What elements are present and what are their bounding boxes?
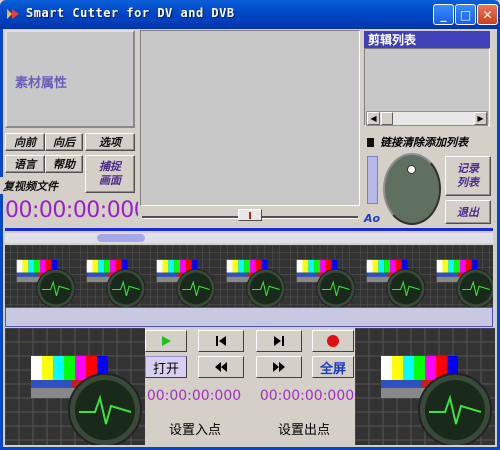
close-icon: ✕: [482, 7, 493, 22]
scroll-left-icon[interactable]: ◀: [367, 112, 380, 125]
record-button[interactable]: [312, 330, 354, 352]
fast-forward-icon: [273, 362, 285, 372]
set-in-label: 设置入点: [168, 422, 221, 438]
app-icon: [7, 9, 19, 19]
fullscreen-label: 全屏: [319, 361, 346, 377]
restore-video-file-button[interactable]: 复视频文件: [0, 177, 83, 194]
backward-button[interactable]: 向后: [45, 133, 83, 151]
maximize-icon: □: [459, 7, 472, 22]
record-list-button[interactable]: 记录 列表: [445, 156, 491, 196]
play-button[interactable]: [145, 330, 187, 352]
capture-frame-button[interactable]: 捕捉 画面: [85, 155, 135, 193]
set-out-point-button[interactable]: 设置出点: [255, 417, 353, 439]
filmstrip-frame[interactable]: [75, 245, 145, 307]
fullscreen-button[interactable]: 全屏: [312, 356, 354, 378]
filmstrip-track: [5, 307, 493, 327]
video-preview: [140, 30, 360, 206]
set-out-label: 设置出点: [277, 422, 330, 438]
rewind-button[interactable]: [198, 356, 244, 378]
out-point-thumbnail: [355, 328, 495, 445]
scroll-right-icon[interactable]: ▶: [474, 112, 487, 125]
prev-frame-icon: [216, 336, 226, 346]
window-title: Smart Cutter for DV and DVB: [26, 6, 235, 20]
exit-button[interactable]: 退出: [445, 200, 491, 224]
link-clear-add-list-buttons[interactable]: 链接清除添加列表: [380, 134, 468, 150]
open-label: 打开: [152, 361, 179, 377]
close-button[interactable]: ✕: [477, 4, 498, 25]
list-indicator-icon: [367, 137, 374, 147]
rewind-icon: [215, 362, 227, 372]
jog-dial-marker: [407, 165, 416, 174]
in-point-timecode: 00:00:00:000: [146, 388, 242, 404]
main-timecode: 00:00:00:000: [5, 198, 138, 223]
filmstrip-frame[interactable]: [355, 245, 425, 307]
record-icon: [327, 335, 339, 347]
timeline-divider: [5, 228, 493, 231]
play-icon: [162, 336, 171, 346]
options-button[interactable]: 选项: [85, 133, 135, 151]
minimize-icon: _: [440, 7, 447, 22]
fast-forward-button[interactable]: [256, 356, 302, 378]
in-point-thumbnail: [5, 328, 145, 445]
list-actions: 链接清除添加列表: [364, 133, 492, 151]
volume-slider[interactable]: [367, 156, 378, 204]
next-frame-icon: [274, 336, 284, 346]
set-in-point-button[interactable]: 设置入点: [145, 417, 245, 439]
material-properties-panel: 素材属性: [5, 30, 135, 128]
prev-frame-button[interactable]: [198, 330, 244, 352]
help-button[interactable]: 帮助: [45, 155, 83, 173]
timeline-scrollbar[interactable]: [5, 233, 493, 243]
timeline-scroll-thumb[interactable]: [97, 234, 145, 242]
jog-dial[interactable]: [383, 153, 441, 225]
minimize-button[interactable]: _: [433, 4, 454, 25]
edit-list-title: 剪辑列表: [364, 31, 490, 48]
title-bar: Smart Cutter for DV and DVB _ □ ✕: [0, 0, 500, 29]
material-properties-label: 素材属性: [15, 76, 68, 91]
seek-slider-thumb[interactable]: [238, 209, 262, 221]
filmstrip-frame[interactable]: [285, 245, 355, 307]
filmstrip[interactable]: [5, 245, 493, 307]
edit-list-scrollbar[interactable]: ◀ ▶: [366, 111, 488, 126]
language-button[interactable]: 语言: [5, 155, 45, 173]
ao-label: Ao: [364, 212, 381, 225]
out-point-timecode: 00:00:00:000: [259, 388, 355, 404]
filmstrip-frame[interactable]: [145, 245, 215, 307]
next-frame-button[interactable]: [256, 330, 302, 352]
filmstrip-frame[interactable]: [215, 245, 285, 307]
filmstrip-frame[interactable]: [425, 245, 493, 307]
filmstrip-frame[interactable]: [5, 245, 75, 307]
forward-button[interactable]: 向前: [5, 133, 45, 151]
scrollbar-thumb[interactable]: [381, 112, 393, 125]
open-button[interactable]: 打开: [145, 356, 187, 378]
maximize-button[interactable]: □: [455, 4, 476, 25]
